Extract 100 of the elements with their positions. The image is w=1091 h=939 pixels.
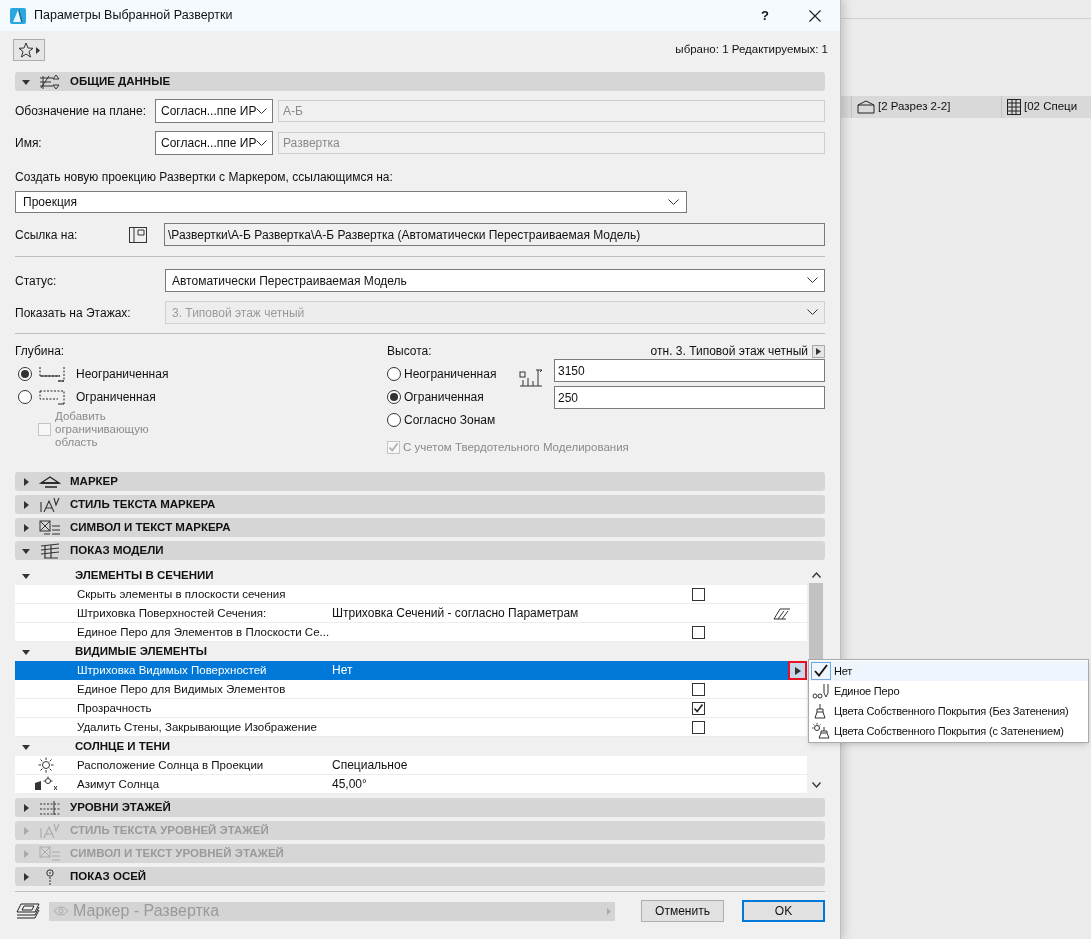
expand-triangle-icon[interactable] [22, 500, 30, 509]
expand-triangle-icon[interactable] [22, 803, 30, 812]
menu-item[interactable]: Единое Перо [809, 681, 1088, 702]
checkbox[interactable] [692, 702, 705, 716]
section-header[interactable]: ПОКАЗ ОСЕЙ [15, 867, 825, 887]
radio-button[interactable] [18, 390, 32, 404]
collapse-triangle-icon[interactable] [22, 77, 30, 86]
sun-brush-icon [812, 723, 830, 740]
expand-triangle-icon[interactable] [22, 872, 30, 881]
radio-button[interactable] [387, 390, 401, 404]
field-label: Показать на Этажах: [15, 304, 132, 322]
section-header[interactable]: СТИЛЬ ТЕКСТА МАРКЕРА [15, 495, 825, 515]
dropdown[interactable]: Проекция [15, 191, 687, 213]
dropdown[interactable]: Автоматически Перестраиваемая Модель [165, 269, 825, 292]
eye-icon [53, 906, 69, 917]
close-icon [809, 9, 821, 22]
table-grid-icon [1007, 99, 1021, 115]
section-header[interactable]: СИМВОЛ И ТЕКСТ МАРКЕРА [15, 518, 825, 538]
reference-button[interactable] [812, 344, 825, 358]
favorites-button[interactable] [13, 39, 45, 61]
limited-depth-icon [38, 389, 66, 405]
collapse-triangle-icon[interactable] [22, 571, 30, 580]
layers-icon[interactable] [15, 902, 41, 921]
menu-item-label: Нет [834, 664, 853, 679]
section-header[interactable]: УРОВНИ ЭТАЖЕЙ [15, 798, 825, 818]
document-tab[interactable]: [02 Специ [1001, 96, 1091, 118]
property-label: Расположение Солнца в Проекции [77, 757, 265, 773]
field-label: Высота: [387, 343, 432, 360]
property-row[interactable]: Единое Перо для Элементов в Плоскости Се... [15, 623, 807, 643]
chevron-down-icon [256, 107, 268, 115]
property-row[interactable]: Прозрачность [15, 699, 807, 719]
menu-item[interactable]: Нет [809, 661, 1088, 682]
property-row[interactable]: Единое Перо для Видимых Элементов [15, 680, 807, 700]
checkbox[interactable] [692, 626, 705, 640]
property-label: Штриховка Поверхностей Сечения: [77, 605, 268, 621]
symbol-text-icon [39, 519, 61, 536]
expand-triangle-icon[interactable] [22, 477, 30, 486]
property-label: Удалить Стены, Закрывающие Изображение [77, 719, 318, 735]
section-title: СТИЛЬ ТЕКСТА МАРКЕРА [70, 497, 216, 513]
property-label: Азимут Солнца [77, 776, 161, 792]
field-label: Создать новую проекцию Развертки с Маркером, ссылающимся на: [15, 169, 394, 186]
dropdown[interactable]: Согласн...ппе ИР [155, 131, 273, 155]
group-title: СОЛНЦЕ И ТЕНИ [75, 739, 171, 755]
cancel-button[interactable]: Отменить [641, 900, 724, 923]
section-header[interactable]: МАРКЕР [15, 472, 825, 492]
star-icon [18, 42, 34, 58]
section-header[interactable]: ПОКАЗ МОДЕЛИ [15, 541, 825, 561]
play-triangle-icon [794, 666, 801, 675]
general-settings-icon [39, 73, 61, 90]
radio-label: Неограниченная [404, 366, 497, 383]
menu-item-label: Цвета Собственного Покрытия (Без Затенения) [834, 704, 1069, 719]
scroll-up-icon[interactable] [811, 572, 821, 579]
chevron-down-icon [807, 309, 818, 316]
property-row[interactable]: Скрыть элементы в плоскости сечения [15, 585, 807, 605]
field-label: Статус: [15, 272, 58, 290]
radio-label: Неограниченная [76, 366, 169, 383]
property-value: Специальное [332, 757, 408, 775]
height-input[interactable]: 3150 [554, 359, 825, 382]
unlimited-depth-icon [38, 366, 66, 382]
options-button[interactable] [788, 661, 807, 681]
checkbox[interactable] [692, 588, 705, 602]
scroll-down-icon[interactable] [811, 782, 821, 789]
property-value: Штриховка Сечений - согласно Параметрам [332, 605, 579, 623]
section-title: УРОВНИ ЭТАЖЕЙ [70, 800, 171, 816]
property-label: Скрыть элементы в плоскости сечения [77, 586, 287, 602]
field-label: Имя: [15, 135, 43, 152]
link-field: \Развертки\А-Б Развертка\А-Б Развертка (Автоматически Перестраиваемая Модель) [164, 223, 825, 246]
dropdown[interactable]: Согласн...ппе ИР [155, 99, 273, 123]
menu-item[interactable]: Цвета Собственного Покрытия (Без Затенения) [809, 701, 1088, 722]
radio-button[interactable] [387, 413, 401, 427]
section-title: ОБЩИЕ ДАННЫЕ [70, 73, 171, 89]
radio-label: Ограниченная [76, 389, 156, 406]
property-row[interactable]: Расположение Солнца в Проекции Специальное [15, 756, 807, 776]
property-row[interactable]: Азимут Солнца 45,00° [15, 775, 807, 795]
symbol-text-icon [39, 845, 61, 862]
field-label: Обозначение на плане: [15, 103, 147, 120]
section-title: СИМВОЛ И ТЕКСТ УРОВНЕЙ ЭТАЖЕЙ [70, 846, 284, 862]
document-tab[interactable]: [2 Разрез 2-2] [851, 96, 1001, 118]
property-row[interactable]: Штриховка Поверхностей Сечения: Штриховка Сечений - согласно Параметрам [15, 604, 807, 624]
property-value: 45,00° [332, 776, 367, 794]
help-button[interactable]: ? [740, 0, 790, 31]
sun-azimuth-icon [34, 776, 58, 793]
checkbox-label: С учетом Твердотельного Моделирования [403, 440, 629, 455]
radio-button[interactable] [18, 367, 32, 381]
height-input[interactable]: 250 [554, 386, 825, 409]
radio-label: Ограниченная [404, 389, 484, 406]
ok-button[interactable]: OK [742, 900, 825, 923]
menu-item-label: Единое Перо [834, 684, 900, 699]
checkbox[interactable] [692, 721, 705, 735]
collapse-triangle-icon[interactable] [22, 546, 30, 555]
radio-button[interactable] [387, 367, 401, 381]
height-limits-icon [519, 368, 543, 388]
section-header[interactable]: ОБЩИЕ ДАННЫЕ [15, 72, 825, 91]
layout-icon[interactable] [129, 226, 147, 243]
menu-item[interactable]: Цвета Собственного Покрытия (с Затенением) [809, 721, 1088, 742]
property-row[interactable]: Удалить Стены, Закрывающие Изображение [15, 718, 807, 738]
checkbox[interactable] [692, 683, 705, 697]
collapse-triangle-icon[interactable] [22, 647, 30, 656]
expand-triangle-icon[interactable] [22, 523, 30, 532]
collapse-triangle-icon[interactable] [22, 742, 30, 751]
